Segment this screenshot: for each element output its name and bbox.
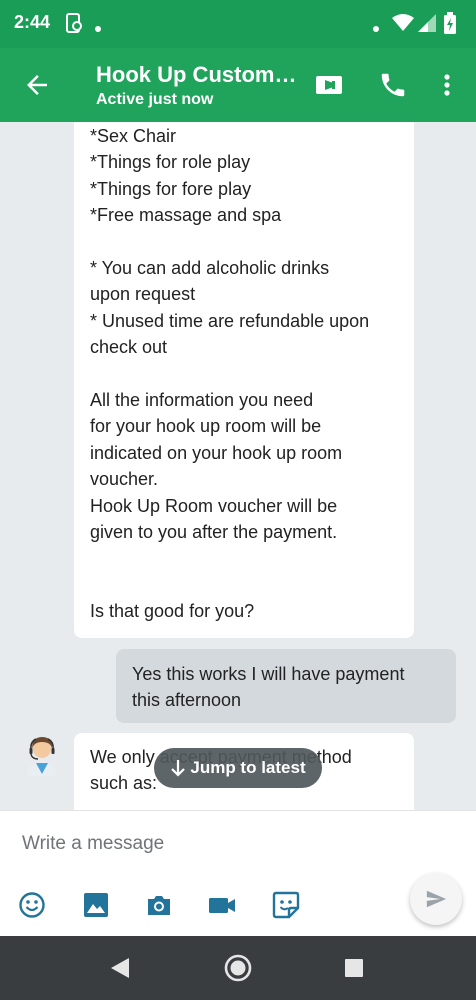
message-line <box>90 546 398 572</box>
message-line: this afternoon <box>132 690 242 711</box>
message-line: upon request <box>90 284 196 305</box>
emoji-icon[interactable] <box>18 891 46 919</box>
phone-icon[interactable] <box>378 70 408 100</box>
back-arrow-icon[interactable] <box>22 70 52 100</box>
message-line: *Sex Chair <box>90 126 177 146</box>
message-line: indicated on your hook up room <box>90 442 343 463</box>
phone-sync-icon <box>64 12 84 39</box>
message-line: Yes this works I will have payment <box>132 664 405 684</box>
message-line: *Things for fore play <box>90 178 252 199</box>
presence-status: Active just now <box>96 91 214 108</box>
message-line: * Unused time are refundable upon <box>90 310 370 331</box>
message-line: All the information you need <box>90 390 314 411</box>
message-line <box>90 361 398 387</box>
arrow-down-icon <box>171 760 186 777</box>
message-list[interactable]: *Sex Chair *Things for role play *Things… <box>0 122 476 810</box>
signal-icon <box>418 14 436 37</box>
message-input[interactable] <box>22 827 402 861</box>
message-line: given to you after the payment. <box>90 522 338 543</box>
sticker-icon[interactable] <box>272 891 300 919</box>
send-icon <box>426 890 447 908</box>
conversation-header: Hook Up Custom… Active just now <box>0 48 476 122</box>
contact-name[interactable]: Hook Up Custom… <box>96 62 296 88</box>
notification-dot-icon <box>372 20 380 38</box>
image-icon[interactable] <box>82 891 110 919</box>
message-line: *Things for role play <box>90 152 251 173</box>
video-call-icon[interactable] <box>314 70 344 100</box>
notification-dot-icon <box>94 20 102 38</box>
system-navigation-bar <box>0 936 476 1000</box>
nav-recents-icon[interactable] <box>344 958 364 983</box>
message-line <box>90 572 398 598</box>
jump-to-latest-label: Jump to latest <box>190 758 306 777</box>
nav-back-icon[interactable] <box>108 956 132 985</box>
nav-home-icon[interactable] <box>224 954 252 987</box>
message-line <box>90 229 398 255</box>
message-composer <box>0 810 476 936</box>
camera-icon[interactable] <box>145 891 173 919</box>
incoming-message[interactable]: *Sex Chair *Things for role play *Things… <box>74 122 414 638</box>
outgoing-message[interactable]: Yes this works I will have payment this … <box>116 649 456 723</box>
contact-avatar[interactable] <box>22 732 62 776</box>
message-line: * You can add alcoholic drinks <box>90 258 330 279</box>
jump-to-latest-button[interactable]: Jump to latest <box>154 748 322 788</box>
send-button[interactable] <box>410 873 462 925</box>
video-icon[interactable] <box>208 891 236 919</box>
battery-icon <box>444 12 456 39</box>
message-line: for your hook up room will be <box>90 416 322 437</box>
status-bar: 2:44 <box>0 0 476 48</box>
message-line: Hook Up Room voucher will be <box>90 495 338 516</box>
message-line: voucher. <box>90 469 159 490</box>
wifi-icon <box>392 14 414 37</box>
more-vert-icon[interactable] <box>432 70 462 100</box>
message-line: Is that good for you? <box>90 601 255 622</box>
status-time: 2:44 <box>14 12 51 32</box>
message-line: check out <box>90 337 168 358</box>
message-line: *Free massage and spa <box>90 205 282 226</box>
